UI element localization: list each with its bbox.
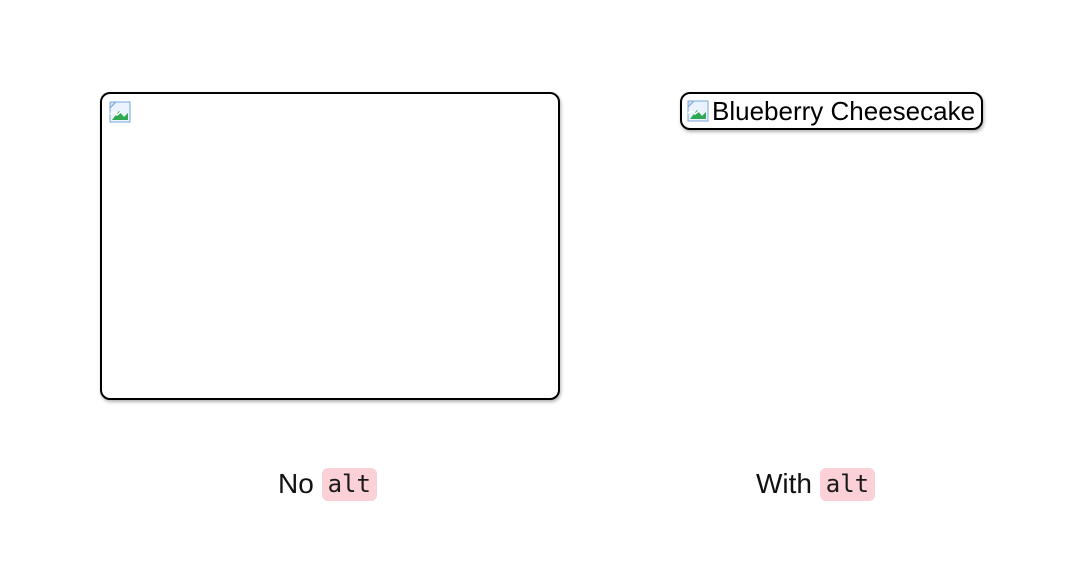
broken-image-icon	[686, 99, 710, 123]
caption-prefix: No	[278, 468, 322, 499]
broken-image-icon	[108, 100, 132, 124]
caption-prefix: With	[756, 468, 820, 499]
code-alt: alt	[820, 468, 875, 501]
broken-image-with-alt: Blueberry Cheesecake	[680, 92, 983, 130]
alt-text: Blueberry Cheesecake	[712, 98, 975, 124]
code-alt: alt	[322, 468, 377, 501]
caption-with-alt: With alt	[756, 468, 875, 500]
example-canvas: Blueberry Cheesecake No alt With alt	[0, 0, 1080, 578]
caption-no-alt: No alt	[278, 468, 377, 500]
broken-image-no-alt	[100, 92, 560, 400]
